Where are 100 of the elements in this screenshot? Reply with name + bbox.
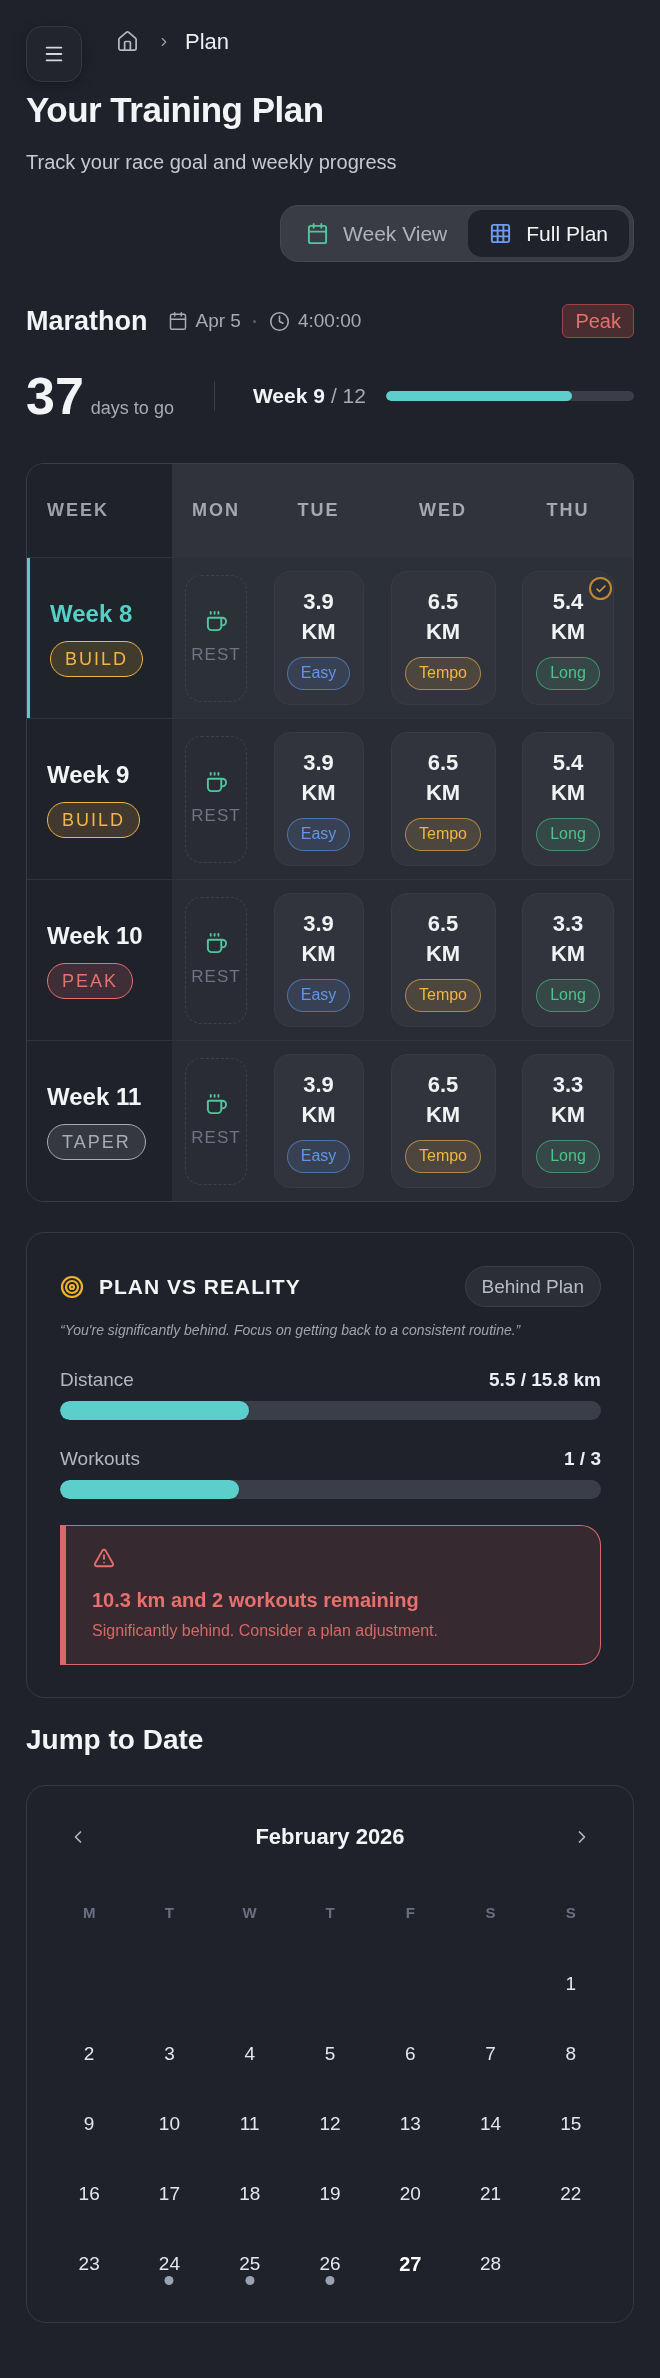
workout-distance: 5.4 xyxy=(552,587,584,616)
workout-tag: Easy xyxy=(286,817,351,851)
calendar-day[interactable]: 16 xyxy=(78,2182,100,2206)
workout-unit: KM xyxy=(425,617,461,646)
weekday-label: F xyxy=(405,1903,415,1923)
week-row[interactable]: Week 9 BUILD REST 3.9 KM Easy 6.5 KM Tempo 5.4 KM Long xyxy=(27,718,633,879)
alert-title: 10.3 km and 2 workouts remaining xyxy=(92,1588,420,1613)
phase-badge: TAPER xyxy=(47,1124,146,1160)
race-name: Marathon xyxy=(26,305,148,337)
calendar-day[interactable]: 5 xyxy=(324,2042,336,2066)
weekday-label: M xyxy=(82,1903,96,1923)
page-title: Your Training Plan xyxy=(26,89,325,131)
workout-unit: KM xyxy=(550,617,586,646)
calendar-day[interactable]: 28 xyxy=(480,2252,502,2276)
weekday-label: W xyxy=(242,1903,257,1923)
calendar-day[interactable]: 4 xyxy=(244,2042,255,2066)
week-name: Week 11 xyxy=(47,1082,142,1112)
week-row[interactable]: Week 8 BUILD REST 3.9 KM Easy 6.5 KM Tempo 5.4 KM Long xyxy=(27,557,633,718)
week-row[interactable]: Week 10 PEAK REST 3.9 KM Easy 6.5 KM Tempo 3.3 KM Long xyxy=(27,879,633,1040)
calendar-day[interactable]: 19 xyxy=(319,2182,341,2206)
calendar-day[interactable]: 24 xyxy=(158,2252,180,2276)
view-tab[interactable]: Full Plan xyxy=(468,210,629,257)
calendar-day[interactable]: 18 xyxy=(239,2182,261,2206)
calendar-day[interactable]: 7 xyxy=(485,2042,496,2066)
calendar-day[interactable]: 13 xyxy=(399,2112,421,2136)
phase-badge: Peak xyxy=(562,304,634,338)
calendar-icon xyxy=(167,311,188,331)
calendar-day[interactable]: 22 xyxy=(560,2182,582,2206)
workout-distance: 3.9 xyxy=(303,909,334,938)
workout-unit: KM xyxy=(301,1100,336,1129)
calendar-icon xyxy=(306,222,329,245)
workout-distance: 6.5 xyxy=(427,748,459,777)
days-count: 37 xyxy=(26,368,84,424)
week-name: Week 10 xyxy=(47,921,143,951)
menu-button[interactable] xyxy=(26,26,82,82)
calendar-day[interactable]: 17 xyxy=(158,2182,180,2206)
workout-distance: 3.3 xyxy=(552,909,584,938)
coffee-cup-icon xyxy=(204,1093,228,1116)
workout-tag: Easy xyxy=(286,978,351,1012)
goal-time: 4:00:00 xyxy=(297,309,362,333)
current-week: Week 9 xyxy=(252,383,325,409)
calendar-day[interactable]: 23 xyxy=(78,2252,100,2276)
workout-distance: 3.9 xyxy=(303,748,334,777)
calendar-day[interactable]: 10 xyxy=(158,2112,180,2136)
calendar-day[interactable]: 2 xyxy=(83,2042,95,2066)
calendar-day[interactable]: 25 xyxy=(239,2252,261,2276)
column-header: WED xyxy=(418,499,468,522)
workout-unit: KM xyxy=(425,1100,461,1129)
view-tab[interactable]: Week View xyxy=(285,210,469,257)
page-subtitle: Track your race goal and weekly progress xyxy=(26,150,398,175)
status-pill: Behind Plan xyxy=(464,1266,601,1307)
workout-distance: 6.5 xyxy=(427,587,459,616)
workout-distance: 5.4 xyxy=(552,748,584,777)
workout-unit: KM xyxy=(301,617,336,646)
calendar-day[interactable]: 9 xyxy=(83,2112,95,2136)
rest-label: REST xyxy=(191,805,241,827)
coffee-cup-icon xyxy=(204,610,228,633)
workout-tag: Tempo xyxy=(405,817,481,851)
clock-icon xyxy=(268,310,290,332)
calendar-day[interactable]: 6 xyxy=(405,2042,416,2066)
calendar-day[interactable]: 1 xyxy=(565,1972,577,1996)
dot-separator-icon xyxy=(252,319,256,323)
section-title: PLAN VS REALITY xyxy=(99,1273,301,1300)
grid-icon xyxy=(489,222,513,245)
workout-tag: Long xyxy=(536,817,600,851)
workout-distance: 3.3 xyxy=(552,1070,584,1099)
calendar-day[interactable]: 11 xyxy=(239,2112,260,2136)
calendar-day[interactable]: 8 xyxy=(565,2042,577,2066)
metric-value: 1 / 3 xyxy=(564,1447,601,1471)
workout-distance: 6.5 xyxy=(427,1070,459,1099)
calendar-day[interactable]: 26 xyxy=(319,2252,341,2276)
days-label: days to go xyxy=(90,397,174,419)
coffee-cup-icon xyxy=(204,771,228,794)
calendar-day[interactable]: 12 xyxy=(319,2112,341,2136)
workout-unit: KM xyxy=(425,778,461,807)
workout-unit: KM xyxy=(550,778,586,807)
metric-label: Workouts xyxy=(60,1447,140,1471)
calendar-day[interactable]: 14 xyxy=(480,2112,502,2136)
workout-unit: KM xyxy=(550,939,586,968)
phase-badge: PEAK xyxy=(47,963,134,999)
race-date: Apr 5 xyxy=(195,309,241,333)
week-row[interactable]: Week 11 TAPER REST 3.9 KM Easy 6.5 KM Tempo 3.3 KM Long xyxy=(27,1040,633,1201)
column-header: WEEK xyxy=(27,464,172,557)
workout-distance: 3.9 xyxy=(303,1070,334,1099)
workout-tag: Tempo xyxy=(405,978,481,1012)
workout-distance: 3.9 xyxy=(303,587,334,616)
phase-badge: BUILD xyxy=(47,802,140,838)
target-icon xyxy=(60,1274,84,1299)
week-name: Week 8 xyxy=(50,599,133,629)
calendar-day[interactable]: 3 xyxy=(164,2042,175,2066)
coach-quote: “You're significantly behind. Focus on getting back to a consistent routine.” xyxy=(60,1321,522,1340)
workout-distance: 6.5 xyxy=(427,909,459,938)
calendar-day[interactable]: 15 xyxy=(560,2112,582,2136)
home-icon[interactable] xyxy=(116,30,139,53)
workout-tag: Long xyxy=(536,656,600,690)
calendar-day[interactable]: 20 xyxy=(399,2182,421,2206)
calendar-day[interactable]: 27 xyxy=(399,2252,422,2276)
calendar-day[interactable]: 21 xyxy=(480,2182,502,2206)
column-header: TUE xyxy=(296,499,341,522)
workout-unit: KM xyxy=(550,1100,586,1129)
